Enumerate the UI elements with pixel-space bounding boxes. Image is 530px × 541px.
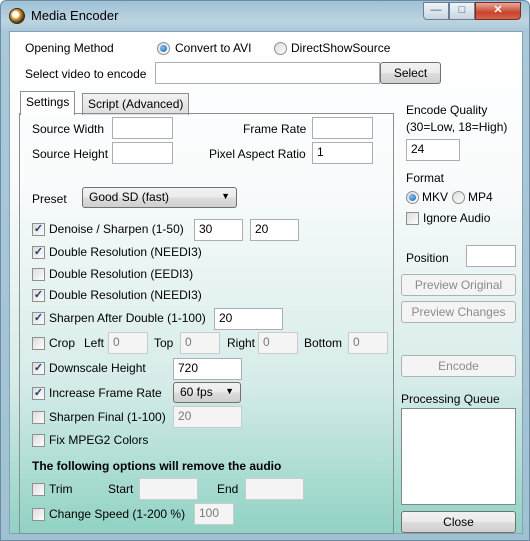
opening-method-label: Opening Method: [25, 41, 114, 55]
video-path-field[interactable]: [155, 62, 380, 84]
directshowsource-label: DirectShowSource: [291, 41, 391, 55]
minimize-button[interactable]: —: [423, 2, 449, 20]
window-title: Media Encoder: [31, 8, 119, 23]
preview-changes-button[interactable]: Preview Changes: [401, 301, 516, 323]
close-button[interactable]: Close: [401, 511, 516, 533]
title-bar[interactable]: Media Encoder — □ ✕: [1, 1, 529, 31]
format-label: Format: [406, 171, 445, 185]
position-label: Position: [406, 251, 449, 265]
processing-queue-list[interactable]: [401, 408, 516, 505]
encode-quality-label: Encode Quality: [406, 103, 488, 117]
radio-mp4[interactable]: [452, 191, 465, 204]
tab-settings[interactable]: Settings: [20, 91, 76, 115]
settings-panel: [19, 113, 394, 534]
preview-original-button[interactable]: Preview Original: [401, 274, 516, 296]
encode-quality-hint: (30=Low, 18=High): [406, 120, 508, 134]
processing-queue-label: Processing Queue: [401, 392, 500, 406]
mkv-label: MKV: [422, 190, 449, 204]
maximize-button[interactable]: □: [449, 2, 475, 20]
select-button[interactable]: Select: [380, 62, 441, 84]
convert-avi-label: Convert to AVI: [175, 41, 252, 55]
radio-directshowsource[interactable]: [274, 42, 287, 55]
app-icon: [9, 8, 25, 24]
media-encoder-window: Media Encoder — □ ✕ Opening Method Conve…: [0, 0, 530, 541]
position-field[interactable]: [466, 245, 516, 267]
select-video-label: Select video to encode: [25, 67, 147, 81]
ignore-audio-checkbox[interactable]: [406, 212, 419, 225]
radio-convert-avi[interactable]: [157, 42, 170, 55]
tab-script-advanced[interactable]: Script (Advanced): [82, 93, 190, 115]
ignore-audio-label: Ignore Audio: [423, 211, 491, 225]
close-window-button[interactable]: ✕: [475, 2, 521, 20]
mp4-label: MP4: [468, 190, 493, 204]
radio-mkv[interactable]: [406, 191, 419, 204]
encode-quality-field[interactable]: 24: [406, 139, 460, 161]
client-area: Opening Method Convert to AVI DirectShow…: [9, 31, 523, 534]
encode-button[interactable]: Encode: [401, 355, 516, 377]
